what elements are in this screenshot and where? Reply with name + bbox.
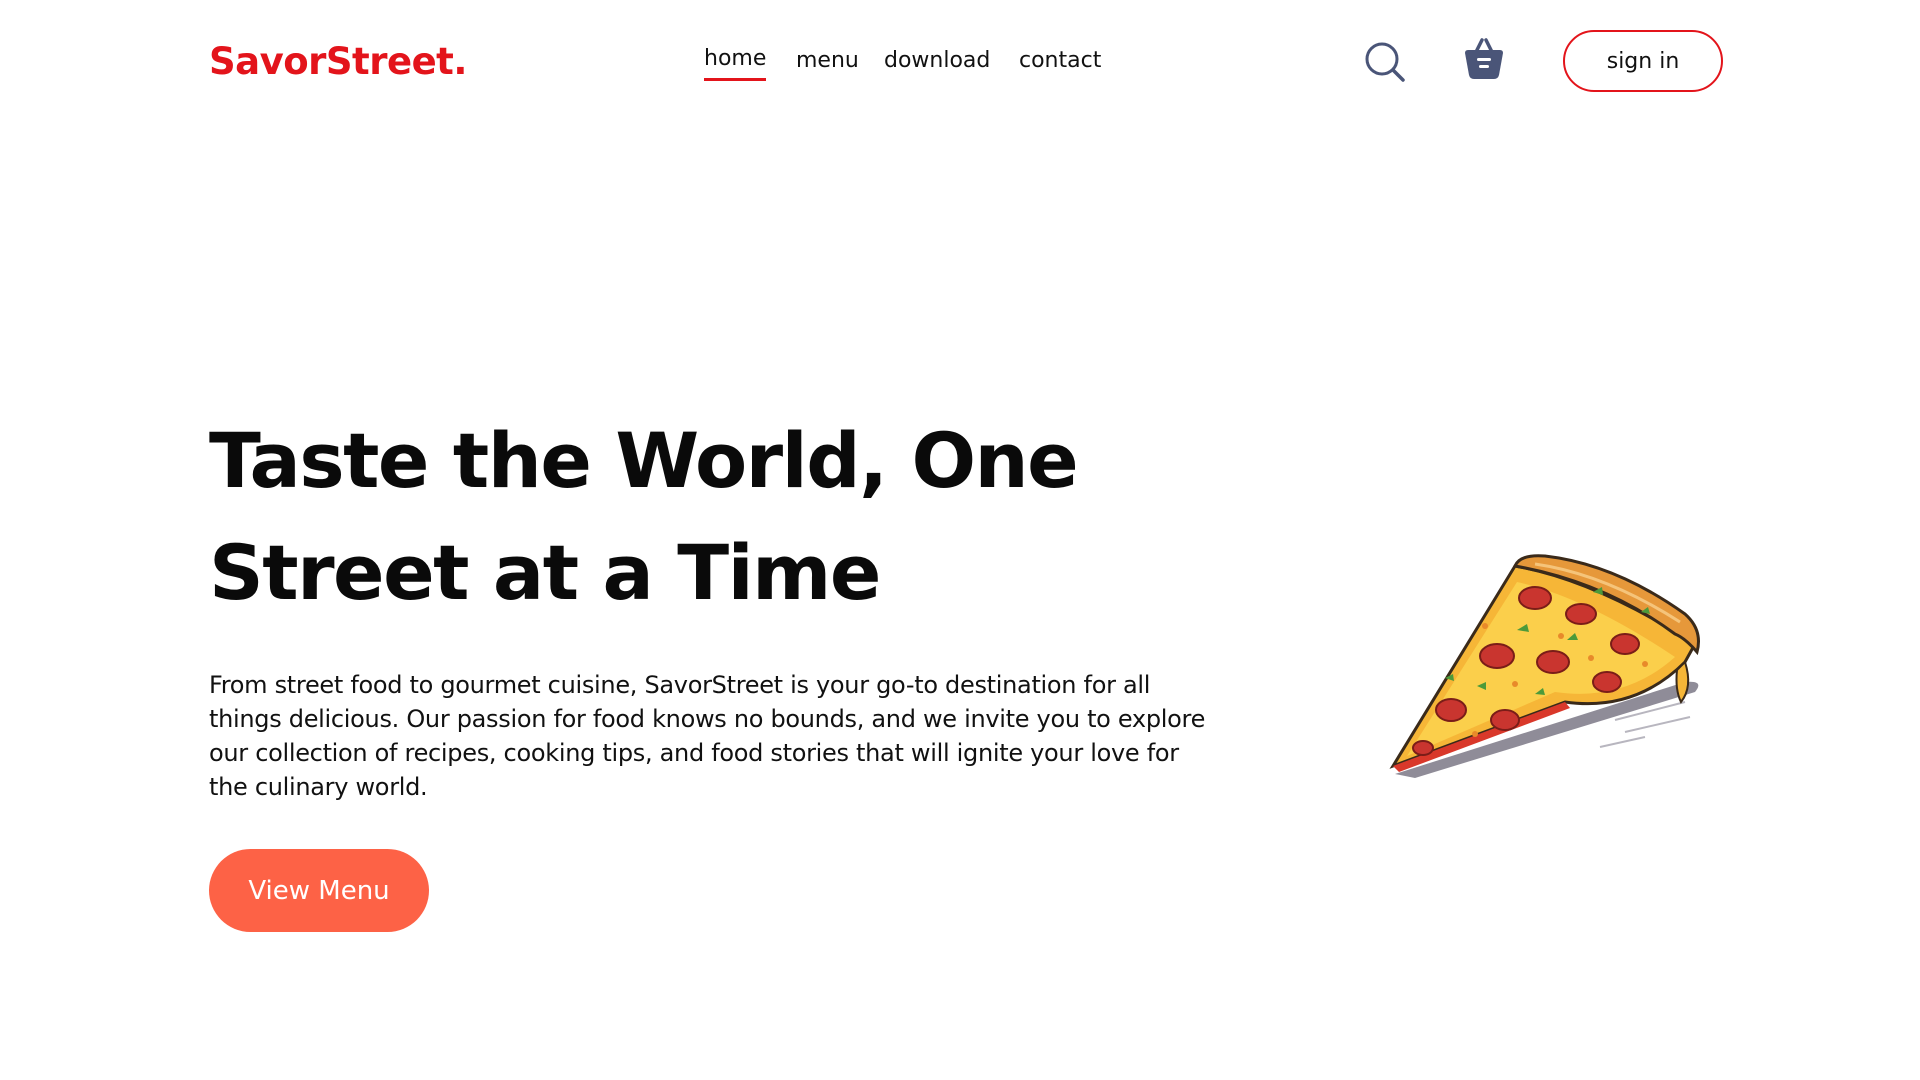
hero-description: From street food to gourmet cuisine, Sav… [209,671,1206,801]
nav-item-contact[interactable]: contact [1019,46,1101,80]
hero-title-line-2: Street at a Time [209,528,881,617]
nav-item-home[interactable]: home [704,44,767,81]
nav-item-menu[interactable]: menu [796,46,859,80]
basket-icon[interactable] [1462,36,1506,82]
brand-logo[interactable]: SavorStreet. [209,40,467,84]
page: SavorStreet. home menu download contact … [0,0,1920,1080]
view-menu-button[interactable]: View Menu [209,849,429,932]
sign-in-button[interactable]: sign in [1563,30,1723,92]
pizza-slice-illustration [1385,552,1715,782]
hero-title-line-1: Taste the World, One [209,416,1079,505]
hero-title: Taste the World, One Street at a Time [209,405,1109,629]
nav-item-download[interactable]: download [884,46,990,80]
search-icon[interactable] [1363,40,1407,84]
